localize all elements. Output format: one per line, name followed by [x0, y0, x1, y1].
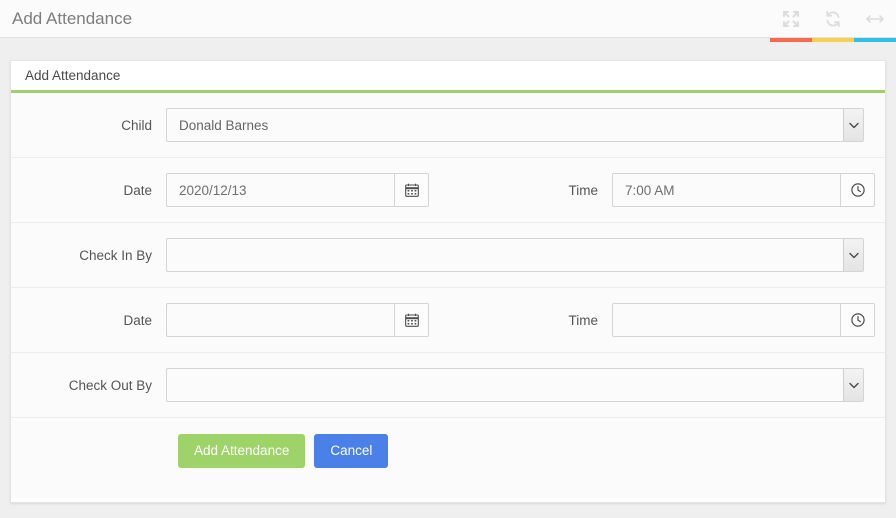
checkout-by-label: Check Out By	[68, 377, 152, 393]
app-topbar: Add Attendance	[0, 0, 896, 38]
checkout-time-label: Time	[568, 312, 599, 328]
child-select-value: Donald Barnes	[179, 117, 269, 133]
checkout-time-input[interactable]	[612, 303, 840, 337]
checkin-time-label: Time	[568, 182, 599, 198]
clock-icon[interactable]	[840, 303, 875, 337]
form-actions: Add Attendance Cancel	[11, 418, 885, 483]
chevron-down-icon[interactable]	[843, 239, 863, 271]
chevron-down-icon[interactable]	[843, 369, 863, 401]
checkout-time-field	[612, 303, 875, 337]
refresh-icon[interactable]	[812, 0, 854, 38]
cancel-button[interactable]: Cancel	[314, 433, 389, 468]
form-row-checkout-by: Check Out By	[11, 353, 885, 418]
checkout-date-input[interactable]	[166, 303, 394, 337]
calendar-icon[interactable]	[394, 173, 429, 207]
checkin-time-field: 7:00 AM	[612, 173, 875, 207]
expand-icon[interactable]	[770, 0, 812, 38]
form-row-child: Child Donald Barnes	[11, 93, 885, 158]
accent-bar-red	[770, 38, 812, 42]
topbar-icon-group	[770, 0, 896, 38]
form-row-checkout-datetime: Date Time	[11, 288, 885, 353]
clock-icon[interactable]	[840, 173, 875, 207]
checkin-date-input[interactable]: 2020/12/13	[166, 173, 394, 207]
app-title: Add Attendance	[12, 9, 133, 28]
panel-heading: Add Attendance	[11, 61, 885, 93]
child-select[interactable]: Donald Barnes	[166, 108, 864, 142]
calendar-icon[interactable]	[394, 303, 429, 337]
checkin-time-input[interactable]: 7:00 AM	[612, 173, 840, 207]
chevron-down-icon[interactable]	[843, 109, 863, 141]
accent-bar-blue	[854, 38, 896, 42]
checkout-date-group	[166, 303, 429, 337]
resize-icon[interactable]	[854, 0, 896, 38]
accent-bar-yellow	[812, 38, 854, 42]
attendance-form: Child Donald Barnes Date 2020/12/13 Time…	[11, 93, 885, 498]
add-attendance-panel: Add Attendance Child Donald Barnes Date	[10, 60, 886, 503]
add-attendance-button[interactable]: Add Attendance	[178, 433, 306, 468]
form-row-checkin-by: Check In By	[11, 223, 885, 288]
checkout-by-select[interactable]	[166, 368, 864, 402]
checkout-date-label: Date	[123, 312, 152, 328]
checkin-time-group: 7:00 AM	[612, 173, 875, 207]
checkin-by-select[interactable]	[166, 238, 864, 272]
child-label: Child	[121, 117, 152, 133]
checkin-date-label: Date	[123, 182, 152, 198]
checkout-time-group	[612, 303, 875, 337]
checkin-by-label: Check In By	[79, 247, 152, 263]
panel-title: Add Attendance	[25, 68, 121, 83]
topbar-accent-bars	[0, 38, 896, 42]
checkin-date-group: 2020/12/13	[166, 173, 429, 207]
form-row-checkin-datetime: Date 2020/12/13 Time 7:00 AM	[11, 158, 885, 223]
